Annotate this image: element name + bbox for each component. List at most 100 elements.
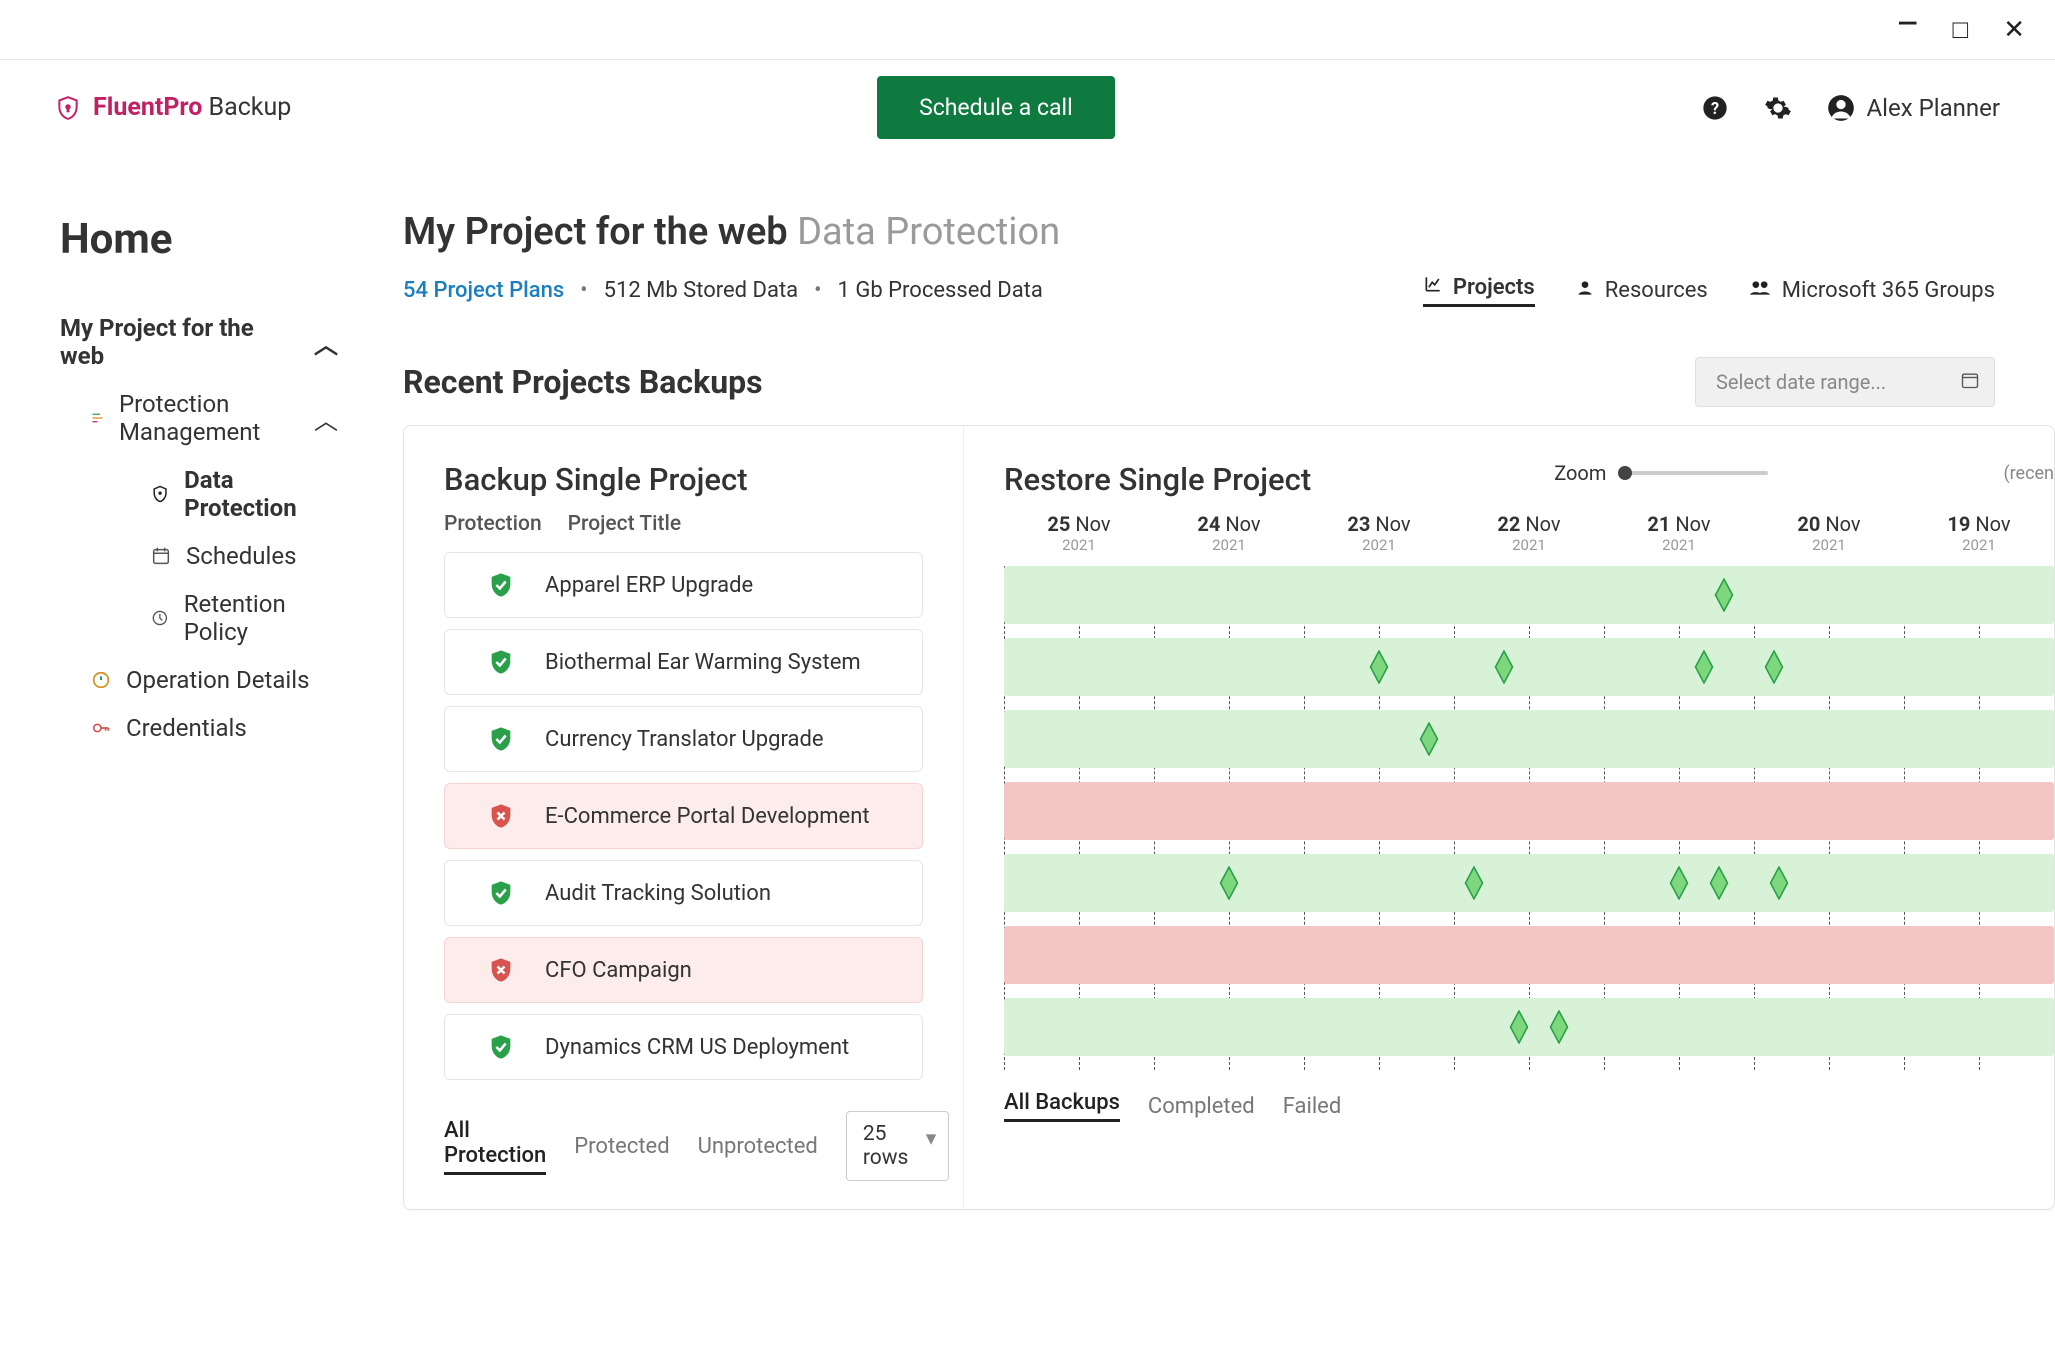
timeline-row[interactable] xyxy=(1004,854,2054,912)
filter-unprotected[interactable]: Unprotected xyxy=(698,1134,818,1159)
backup-diamond-icon[interactable] xyxy=(1418,722,1440,756)
restore-pane-title: Restore Single Project xyxy=(1004,461,1311,498)
sidebar-item-schedules[interactable]: Schedules xyxy=(120,532,338,580)
shield-ok-icon xyxy=(487,571,515,599)
project-title: Dynamics CRM US Deployment xyxy=(545,1035,849,1060)
project-row[interactable]: E-Commerce Portal Development xyxy=(444,783,923,849)
tab-groups[interactable]: Microsoft 365 Groups xyxy=(1748,274,1995,307)
project-row[interactable]: Apparel ERP Upgrade xyxy=(444,552,923,618)
date-column-head: 20 Nov2021 xyxy=(1754,512,1904,554)
group-icon xyxy=(1748,278,1772,304)
project-row[interactable]: Currency Translator Upgrade xyxy=(444,706,923,772)
project-plans-link[interactable]: 54 Project Plans xyxy=(403,278,564,303)
chevron-up-icon: ︿ xyxy=(314,401,338,436)
sidebar-item-operation-details[interactable]: Operation Details xyxy=(90,656,338,704)
timeline-row[interactable] xyxy=(1004,926,2054,984)
shield-ok-icon xyxy=(487,725,515,753)
user-avatar-icon xyxy=(1827,94,1855,122)
timeline-row[interactable] xyxy=(1004,710,2054,768)
backup-diamond-icon[interactable] xyxy=(1368,650,1390,684)
filter-failed[interactable]: Failed xyxy=(1283,1094,1342,1119)
chevron-down-icon: ▾ xyxy=(926,1126,937,1151)
project-row[interactable]: CFO Campaign xyxy=(444,937,923,1003)
project-title: Apparel ERP Upgrade xyxy=(545,573,753,598)
sidebar-item-credentials[interactable]: Credentials xyxy=(90,704,338,752)
shield-icon xyxy=(150,483,170,505)
zoom-label: Zoom xyxy=(1554,461,1606,485)
calendar-icon xyxy=(150,545,172,567)
sidebar-item-retention-policy[interactable]: Retention Policy xyxy=(120,580,338,656)
filter-all-backups[interactable]: All Backups xyxy=(1004,1090,1120,1122)
date-column-head: 24 Nov2021 xyxy=(1154,512,1304,554)
backup-diamond-icon[interactable] xyxy=(1708,866,1730,900)
shield-fail-icon xyxy=(487,802,515,830)
sidebar-item-data-protection[interactable]: Data Protection xyxy=(120,456,338,532)
shield-ok-icon xyxy=(487,648,515,676)
project-title: CFO Campaign xyxy=(545,958,692,983)
rows-select[interactable]: 25 rows▾ xyxy=(846,1111,950,1181)
project-title: E-Commerce Portal Development xyxy=(545,804,870,829)
user-menu[interactable]: Alex Planner xyxy=(1827,94,2000,122)
shield-fail-icon xyxy=(487,956,515,984)
window-close-button[interactable]: ✕ xyxy=(2003,17,2025,43)
tab-resources[interactable]: Resources xyxy=(1575,274,1708,307)
backup-filters: All Protection Protected Unprotected 25 … xyxy=(444,1111,923,1181)
retention-icon xyxy=(150,607,170,629)
project-row[interactable]: Biothermal Ear Warming System xyxy=(444,629,923,695)
timeline-row[interactable] xyxy=(1004,638,2054,696)
backup-diamond-icon[interactable] xyxy=(1508,1010,1530,1044)
tab-projects[interactable]: Projects xyxy=(1423,274,1535,307)
window-titlebar: — □ ✕ xyxy=(0,0,2055,60)
backup-diamond-icon[interactable] xyxy=(1668,866,1690,900)
date-column-head: 19 Nov2021 xyxy=(1904,512,2054,554)
zoom-slider[interactable] xyxy=(1618,471,1768,475)
shield-ok-icon xyxy=(487,879,515,907)
backup-diamond-icon[interactable] xyxy=(1548,1010,1570,1044)
calendar-icon xyxy=(1960,370,1980,395)
sidebar: Home My Project for the web ︿ Protection… xyxy=(0,155,368,1210)
project-row[interactable]: Audit Tracking Solution xyxy=(444,860,923,926)
user-icon xyxy=(1575,278,1595,304)
filter-protected[interactable]: Protected xyxy=(574,1134,669,1159)
restore-filters: All Backups Completed Failed xyxy=(1004,1090,2054,1122)
sidebar-item-protection-management[interactable]: Protection Management ︿ xyxy=(90,380,338,456)
list-icon xyxy=(90,407,105,429)
help-icon[interactable]: ? xyxy=(1701,94,1729,122)
backup-diamond-icon[interactable] xyxy=(1693,650,1715,684)
restore-pane: Restore Single Project Zoom (recen 25 No… xyxy=(964,426,2054,1209)
zoom-hint: (recen xyxy=(2003,463,2054,484)
backup-diamond-icon[interactable] xyxy=(1493,650,1515,684)
window-minimize-button[interactable]: — xyxy=(1898,11,1918,37)
schedule-call-button[interactable]: Schedule a call xyxy=(877,76,1115,139)
col-protection: Protection xyxy=(444,512,542,536)
backup-diamond-icon[interactable] xyxy=(1768,866,1790,900)
logo-area: FluentPro Backup xyxy=(55,93,291,122)
filter-completed[interactable]: Completed xyxy=(1148,1094,1255,1119)
project-row[interactable]: Dynamics CRM US Deployment xyxy=(444,1014,923,1080)
sidebar-item-project-web[interactable]: My Project for the web ︿ xyxy=(60,304,338,380)
backup-diamond-icon[interactable] xyxy=(1218,866,1240,900)
backup-pane-title: Backup Single Project xyxy=(444,461,923,498)
operation-icon xyxy=(90,669,112,691)
gear-icon[interactable] xyxy=(1764,94,1792,122)
timeline-row[interactable] xyxy=(1004,998,2054,1056)
backup-diamond-icon[interactable] xyxy=(1463,866,1485,900)
window-maximize-button[interactable]: □ xyxy=(1952,17,1968,43)
app-header: FluentPro Backup Schedule a call ? Alex … xyxy=(0,60,2055,155)
backup-pane: Backup Single Project Protection Project… xyxy=(404,426,964,1209)
backup-diamond-icon[interactable] xyxy=(1713,578,1735,612)
date-column-head: 25 Nov2021 xyxy=(1004,512,1154,554)
filter-all-protection[interactable]: All Protection xyxy=(444,1118,546,1175)
backup-diamond-icon[interactable] xyxy=(1763,650,1785,684)
stat-stored: 512 Mb Stored Data xyxy=(604,278,799,303)
section-title: Recent Projects Backups xyxy=(403,363,763,401)
date-range-picker[interactable]: Select date range... xyxy=(1695,357,1995,407)
project-title: Audit Tracking Solution xyxy=(545,881,771,906)
timeline-row[interactable] xyxy=(1004,782,2054,840)
sidebar-title: Home xyxy=(60,215,338,264)
key-icon xyxy=(90,717,112,739)
timeline-row[interactable] xyxy=(1004,566,2054,624)
stat-processed: 1 Gb Processed Data xyxy=(838,278,1043,303)
date-column-head: 21 Nov2021 xyxy=(1604,512,1754,554)
stats-row: 54 Project Plans • 512 Mb Stored Data • … xyxy=(403,274,2055,307)
